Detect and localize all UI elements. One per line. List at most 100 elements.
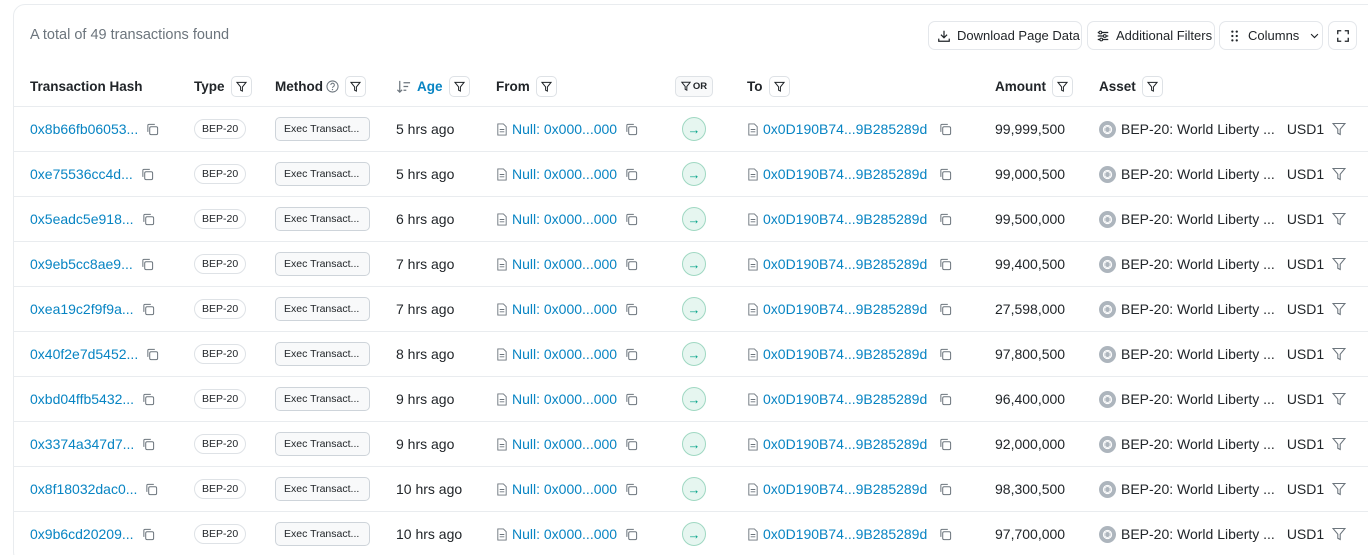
from-address-link[interactable]: Null: 0x000...000: [512, 436, 617, 452]
copy-icon[interactable]: [141, 168, 154, 181]
from-address-link[interactable]: Null: 0x000...000: [512, 391, 617, 407]
transaction-hash-link[interactable]: 0x3374a347d7...: [30, 436, 134, 452]
copy-icon[interactable]: [939, 123, 952, 136]
method-badge[interactable]: Exec Transact...: [275, 432, 370, 456]
method-badge[interactable]: Exec Transact...: [275, 297, 370, 321]
age-filter-button[interactable]: [448, 75, 470, 97]
copy-icon[interactable]: [625, 528, 638, 541]
columns-button[interactable]: Columns: [1219, 21, 1323, 50]
from-filter-button[interactable]: [535, 75, 557, 97]
transaction-hash-link[interactable]: 0x5eadc5e918...: [30, 211, 134, 227]
from-address-link[interactable]: Null: 0x000...000: [512, 211, 617, 227]
filter-icon[interactable]: [1332, 122, 1347, 136]
from-address-link[interactable]: Null: 0x000...000: [512, 301, 617, 317]
from-address-link[interactable]: Null: 0x000...000: [512, 346, 617, 362]
copy-icon[interactable]: [625, 438, 638, 451]
transaction-hash-link[interactable]: 0x40f2e7d5452...: [30, 346, 138, 362]
or-filter-button[interactable]: OR: [675, 75, 713, 97]
copy-icon[interactable]: [939, 258, 952, 271]
copy-icon[interactable]: [939, 528, 952, 541]
filter-icon[interactable]: [1332, 257, 1347, 271]
from-address-link[interactable]: Null: 0x000...000: [512, 166, 617, 182]
filter-icon[interactable]: [1332, 527, 1347, 541]
transaction-hash-link[interactable]: 0xbd04ffb5432...: [30, 391, 134, 407]
asset-name-link[interactable]: BEP-20: World Liberty ...: [1121, 301, 1275, 317]
to-address-link[interactable]: 0x0D190B74...9B285289d: [763, 391, 927, 407]
method-filter-button[interactable]: [345, 75, 366, 97]
header-age[interactable]: Age: [396, 65, 470, 107]
filter-icon[interactable]: [1332, 482, 1347, 496]
copy-icon[interactable]: [625, 348, 638, 361]
filter-icon[interactable]: [1332, 392, 1347, 406]
method-badge[interactable]: Exec Transact...: [275, 522, 370, 546]
copy-icon[interactable]: [625, 258, 638, 271]
to-address-link[interactable]: 0x0D190B74...9B285289d: [763, 436, 927, 452]
copy-icon[interactable]: [625, 483, 638, 496]
transaction-hash-link[interactable]: 0xea19c2f9f9a...: [30, 301, 134, 317]
transaction-hash-link[interactable]: 0x9b6cd20209...: [30, 526, 134, 542]
copy-icon[interactable]: [625, 168, 638, 181]
copy-icon[interactable]: [142, 528, 155, 541]
copy-icon[interactable]: [939, 438, 952, 451]
method-badge[interactable]: Exec Transact...: [275, 477, 370, 501]
asset-name-link[interactable]: BEP-20: World Liberty ...: [1121, 436, 1275, 452]
filter-icon[interactable]: [1332, 437, 1347, 451]
to-address-link[interactable]: 0x0D190B74...9B285289d: [763, 211, 927, 227]
asset-name-link[interactable]: BEP-20: World Liberty ...: [1121, 166, 1275, 182]
filter-icon[interactable]: [1332, 167, 1347, 181]
method-badge[interactable]: Exec Transact...: [275, 342, 370, 366]
copy-icon[interactable]: [625, 123, 638, 136]
transaction-hash-link[interactable]: 0x8f18032dac0...: [30, 481, 137, 497]
transaction-hash-link[interactable]: 0xe75536cc4d...: [30, 166, 133, 182]
to-address-link[interactable]: 0x0D190B74...9B285289d: [763, 256, 927, 272]
copy-icon[interactable]: [145, 483, 158, 496]
fullscreen-button[interactable]: [1328, 21, 1357, 50]
asset-name-link[interactable]: BEP-20: World Liberty ...: [1121, 481, 1275, 497]
asset-name-link[interactable]: BEP-20: World Liberty ...: [1121, 526, 1275, 542]
filter-icon[interactable]: [1332, 347, 1347, 361]
amount-filter-button[interactable]: [1052, 75, 1073, 97]
method-badge[interactable]: Exec Transact...: [275, 207, 370, 231]
from-address-link[interactable]: Null: 0x000...000: [512, 481, 617, 497]
to-filter-button[interactable]: [768, 75, 790, 97]
from-address-link[interactable]: Null: 0x000...000: [512, 121, 617, 137]
transaction-hash-link[interactable]: 0x9eb5cc8ae9...: [30, 256, 133, 272]
method-badge[interactable]: Exec Transact...: [275, 162, 370, 186]
to-address-link[interactable]: 0x0D190B74...9B285289d: [763, 481, 927, 497]
copy-icon[interactable]: [939, 483, 952, 496]
to-address-link[interactable]: 0x0D190B74...9B285289d: [763, 301, 927, 317]
copy-icon[interactable]: [142, 438, 155, 451]
from-address-link[interactable]: Null: 0x000...000: [512, 256, 617, 272]
from-address-link[interactable]: Null: 0x000...000: [512, 526, 617, 542]
copy-icon[interactable]: [939, 213, 952, 226]
filter-icon[interactable]: [1332, 302, 1347, 316]
transaction-hash-link[interactable]: 0x8b66fb06053...: [30, 121, 138, 137]
help-circle-icon[interactable]: [326, 79, 339, 93]
type-filter-button[interactable]: [230, 75, 252, 97]
to-address-link[interactable]: 0x0D190B74...9B285289d: [763, 346, 927, 362]
filter-icon[interactable]: [1332, 212, 1347, 226]
copy-icon[interactable]: [625, 213, 638, 226]
method-badge[interactable]: Exec Transact...: [275, 117, 370, 141]
to-address-link[interactable]: 0x0D190B74...9B285289d: [763, 121, 927, 137]
copy-icon[interactable]: [142, 393, 155, 406]
copy-icon[interactable]: [142, 213, 155, 226]
asset-name-link[interactable]: BEP-20: World Liberty ...: [1121, 121, 1275, 137]
to-address-link[interactable]: 0x0D190B74...9B285289d: [763, 166, 927, 182]
copy-icon[interactable]: [142, 303, 155, 316]
additional-filters-button[interactable]: Additional Filters: [1087, 21, 1215, 50]
copy-icon[interactable]: [141, 258, 154, 271]
copy-icon[interactable]: [939, 348, 952, 361]
copy-icon[interactable]: [625, 303, 638, 316]
method-badge[interactable]: Exec Transact...: [275, 252, 370, 276]
asset-name-link[interactable]: BEP-20: World Liberty ...: [1121, 346, 1275, 362]
copy-icon[interactable]: [146, 123, 159, 136]
copy-icon[interactable]: [146, 348, 159, 361]
copy-icon[interactable]: [939, 393, 952, 406]
asset-filter-button[interactable]: [1141, 75, 1163, 97]
copy-icon[interactable]: [939, 303, 952, 316]
asset-name-link[interactable]: BEP-20: World Liberty ...: [1121, 256, 1275, 272]
copy-icon[interactable]: [625, 393, 638, 406]
method-badge[interactable]: Exec Transact...: [275, 387, 370, 411]
to-address-link[interactable]: 0x0D190B74...9B285289d: [763, 526, 927, 542]
